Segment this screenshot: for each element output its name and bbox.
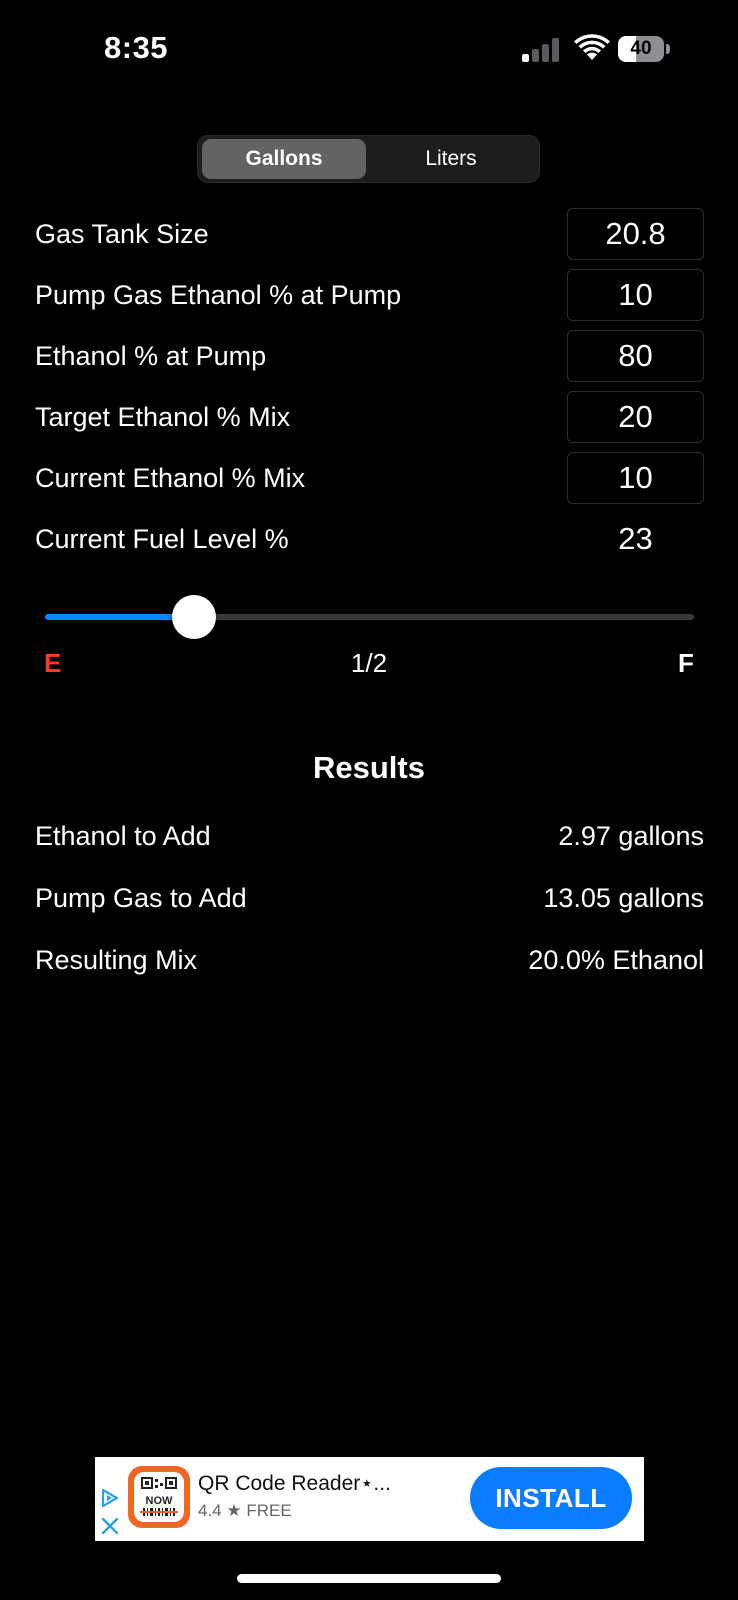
status-time: 8:35 — [104, 30, 169, 65]
pump-gas-ethanol-label: Pump Gas Ethanol % at Pump — [35, 280, 402, 310]
gauge-half-label: 1/2 — [350, 648, 388, 678]
battery-body: 40 — [618, 36, 664, 62]
ad-banner[interactable]: NOW QR Code Reader⋆... 4.4 ★ FREE INSTAL… — [95, 1457, 644, 1541]
target-ethanol-mix-row: Target Ethanol % Mix — [35, 391, 704, 443]
ethanol-at-pump-label: Ethanol % at Pump — [35, 341, 267, 371]
fuel-level-slider[interactable] — [45, 592, 694, 642]
qr-app-icon-inner: NOW — [134, 1472, 184, 1522]
gas-tank-size-input[interactable] — [567, 208, 704, 260]
segment-gallons[interactable]: Gallons — [202, 139, 366, 179]
ethanol-at-pump-input[interactable] — [567, 330, 704, 382]
gas-tank-size-row: Gas Tank Size — [35, 208, 704, 260]
pump-gas-to-add-label: Pump Gas to Add — [35, 883, 247, 913]
current-fuel-level-value: 23 — [618, 521, 653, 556]
result-row-ethanol: Ethanol to Add 2.97 gallons — [35, 816, 704, 856]
qr-app-icon[interactable]: NOW — [128, 1466, 190, 1528]
qr-app-icon-text: NOW — [146, 1495, 174, 1507]
current-fuel-level-row: Current Fuel Level % 23 — [35, 513, 704, 565]
status-bar: 8:35 40 — [0, 0, 738, 100]
pump-gas-to-add-value: 13.05 gallons — [543, 883, 704, 913]
segment-liters[interactable]: Liters — [369, 139, 533, 179]
pump-gas-ethanol-input[interactable] — [567, 269, 704, 321]
battery-level: 40 — [630, 38, 652, 59]
target-ethanol-mix-input[interactable] — [567, 391, 704, 443]
battery-icon: 40 — [618, 36, 670, 62]
home-indicator[interactable] — [237, 1574, 501, 1583]
pump-gas-ethanol-row: Pump Gas Ethanol % at Pump — [35, 269, 704, 321]
ad-close-icon[interactable] — [99, 1515, 121, 1537]
results-title: Results — [313, 750, 425, 785]
ad-rating: 4.4 ★ FREE — [198, 1501, 292, 1520]
ad-install-button[interactable]: INSTALL — [470, 1467, 632, 1529]
unit-segmented-control: Gallons Liters — [197, 135, 540, 183]
cellular-signal-icon — [522, 38, 559, 62]
gas-tank-size-label: Gas Tank Size — [35, 219, 209, 249]
current-ethanol-mix-input[interactable] — [567, 452, 704, 504]
ad-app-title[interactable]: QR Code Reader⋆... — [198, 1471, 391, 1496]
gauge-full-label: F — [678, 648, 694, 678]
wifi-icon — [574, 34, 610, 60]
slider-track — [45, 614, 694, 620]
result-row-mix: Resulting Mix 20.0% Ethanol — [35, 940, 704, 980]
slider-thumb[interactable] — [172, 595, 217, 639]
ethanol-at-pump-row: Ethanol % at Pump — [35, 330, 704, 382]
current-ethanol-mix-label: Current Ethanol % Mix — [35, 463, 306, 493]
resulting-mix-value: 20.0% Ethanol — [528, 945, 704, 975]
battery-cap — [666, 44, 670, 54]
target-ethanol-mix-label: Target Ethanol % Mix — [35, 402, 291, 432]
ethanol-to-add-value: 2.97 gallons — [558, 821, 704, 851]
result-row-pump-gas: Pump Gas to Add 13.05 gallons — [35, 878, 704, 918]
current-ethanol-mix-row: Current Ethanol % Mix — [35, 452, 704, 504]
ad-choices-icon[interactable] — [99, 1487, 121, 1509]
current-fuel-level-label: Current Fuel Level % — [35, 524, 289, 554]
resulting-mix-label: Resulting Mix — [35, 945, 198, 975]
ethanol-to-add-label: Ethanol to Add — [35, 821, 211, 851]
qr-code-icon: NOW — [140, 1477, 178, 1516]
gauge-empty-label: E — [44, 648, 62, 678]
